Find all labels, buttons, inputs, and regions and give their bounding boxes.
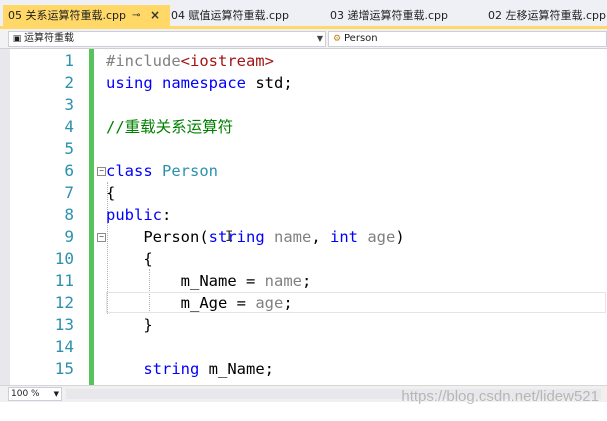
code-line: 3 xyxy=(0,94,607,116)
code-line: 2 using namespace std; xyxy=(0,72,607,94)
code-line: 13 } xyxy=(0,314,607,336)
line-number: 8 xyxy=(64,205,74,224)
code-text[interactable]: using namespace std; xyxy=(106,72,293,94)
line-number: 12 xyxy=(54,293,74,312)
line-number: 4 xyxy=(64,117,74,136)
code-line: 10 { xyxy=(0,248,607,270)
watermark: https://blog.csdn.net/lidew521 xyxy=(401,388,599,405)
code-line: 7 { xyxy=(0,182,607,204)
tab-label: 02 左移运算符重载.cpp xyxy=(488,9,607,22)
code-text[interactable]: class Person xyxy=(106,160,218,182)
code-line: 9 − Person(string name, int age) I xyxy=(0,226,607,248)
tab-left-shift-operator[interactable]: 02 左移运算符重载.cpp xyxy=(483,5,606,26)
chevron-down-icon: ▼ xyxy=(316,34,323,43)
line-number: 11 xyxy=(54,271,74,290)
class-icon: ⚙ xyxy=(332,34,342,44)
chevron-down-icon: ▼ xyxy=(53,390,59,398)
member-dropdown[interactable]: ⚙ Person xyxy=(328,31,607,47)
line-number: 1 xyxy=(64,51,74,70)
line-number: 15 xyxy=(54,359,74,378)
tab-increment-operator[interactable]: 03 递增运算符重载.cpp xyxy=(325,5,448,26)
code-text[interactable]: { xyxy=(106,182,115,204)
line-number: 13 xyxy=(54,315,74,334)
code-text[interactable]: Person(string name, int age) xyxy=(106,226,404,248)
line-number: 2 xyxy=(64,73,74,92)
code-text[interactable]: string m_Name; xyxy=(106,358,274,380)
zoom-dropdown[interactable]: 100 % ▼ xyxy=(8,387,62,401)
document-tab-bar: 05 关系运算符重载.cpp ⊸ × 04 赋值运算符重载.cpp 03 递增运… xyxy=(0,0,607,29)
code-comment[interactable]: //重载关系运算符 xyxy=(106,116,233,138)
code-line: 12 m_Age = age; xyxy=(0,292,607,314)
code-line: 8 public: xyxy=(0,204,607,226)
code-line: 5 xyxy=(0,138,607,160)
close-icon[interactable]: × xyxy=(150,5,160,26)
zoom-value: 100 % xyxy=(11,389,40,399)
line-number: 5 xyxy=(64,139,74,158)
navigation-bar: ▣ 运算符重载 ▼ ⚙ Person xyxy=(0,29,607,49)
line-number: 6 xyxy=(64,161,74,180)
tab-label: 05 关系运算符重载.cpp xyxy=(8,9,127,22)
collapse-icon[interactable]: − xyxy=(97,233,106,242)
code-text[interactable]: } xyxy=(106,314,152,336)
collapse-icon[interactable]: − xyxy=(97,167,106,176)
code-text[interactable]: #include<iostream> xyxy=(106,50,274,72)
project-icon: ▣ xyxy=(12,34,22,44)
code-line: 4 //重载关系运算符 xyxy=(0,116,607,138)
line-number: 14 xyxy=(54,337,74,356)
tab-label: 03 递增运算符重载.cpp xyxy=(330,9,449,22)
text-cursor-icon: I xyxy=(225,229,234,245)
member-dropdown-value: Person xyxy=(344,33,378,44)
code-line: 6 − class Person xyxy=(0,160,607,182)
code-text[interactable]: public: xyxy=(106,204,171,226)
scope-dropdown[interactable]: ▣ 运算符重载 ▼ xyxy=(8,31,326,47)
tab-relational-operator[interactable]: 05 关系运算符重载.cpp ⊸ × xyxy=(3,5,170,26)
code-line: 1 #include<iostream> xyxy=(0,50,607,72)
pin-icon[interactable]: ⊸ xyxy=(132,5,140,26)
scope-dropdown-value: 运算符重载 xyxy=(24,33,74,44)
code-text[interactable]: { xyxy=(106,248,152,270)
code-text[interactable]: m_Name = name; xyxy=(106,270,312,292)
line-number: 7 xyxy=(64,183,74,202)
code-line: 14 xyxy=(0,336,607,358)
code-line: 15 string m_Name; xyxy=(0,358,607,380)
code-line: 11 m_Name = name; xyxy=(0,270,607,292)
code-text[interactable]: m_Age = age; xyxy=(106,292,293,314)
tab-assignment-operator[interactable]: 04 赋值运算符重载.cpp xyxy=(166,5,289,26)
line-number: 3 xyxy=(64,95,74,114)
line-number: 10 xyxy=(54,249,74,268)
tab-label: 04 赋值运算符重载.cpp xyxy=(171,9,290,22)
line-number: 9 xyxy=(64,227,74,246)
code-editor[interactable]: 1 #include<iostream> 2 using namespace s… xyxy=(0,49,607,385)
